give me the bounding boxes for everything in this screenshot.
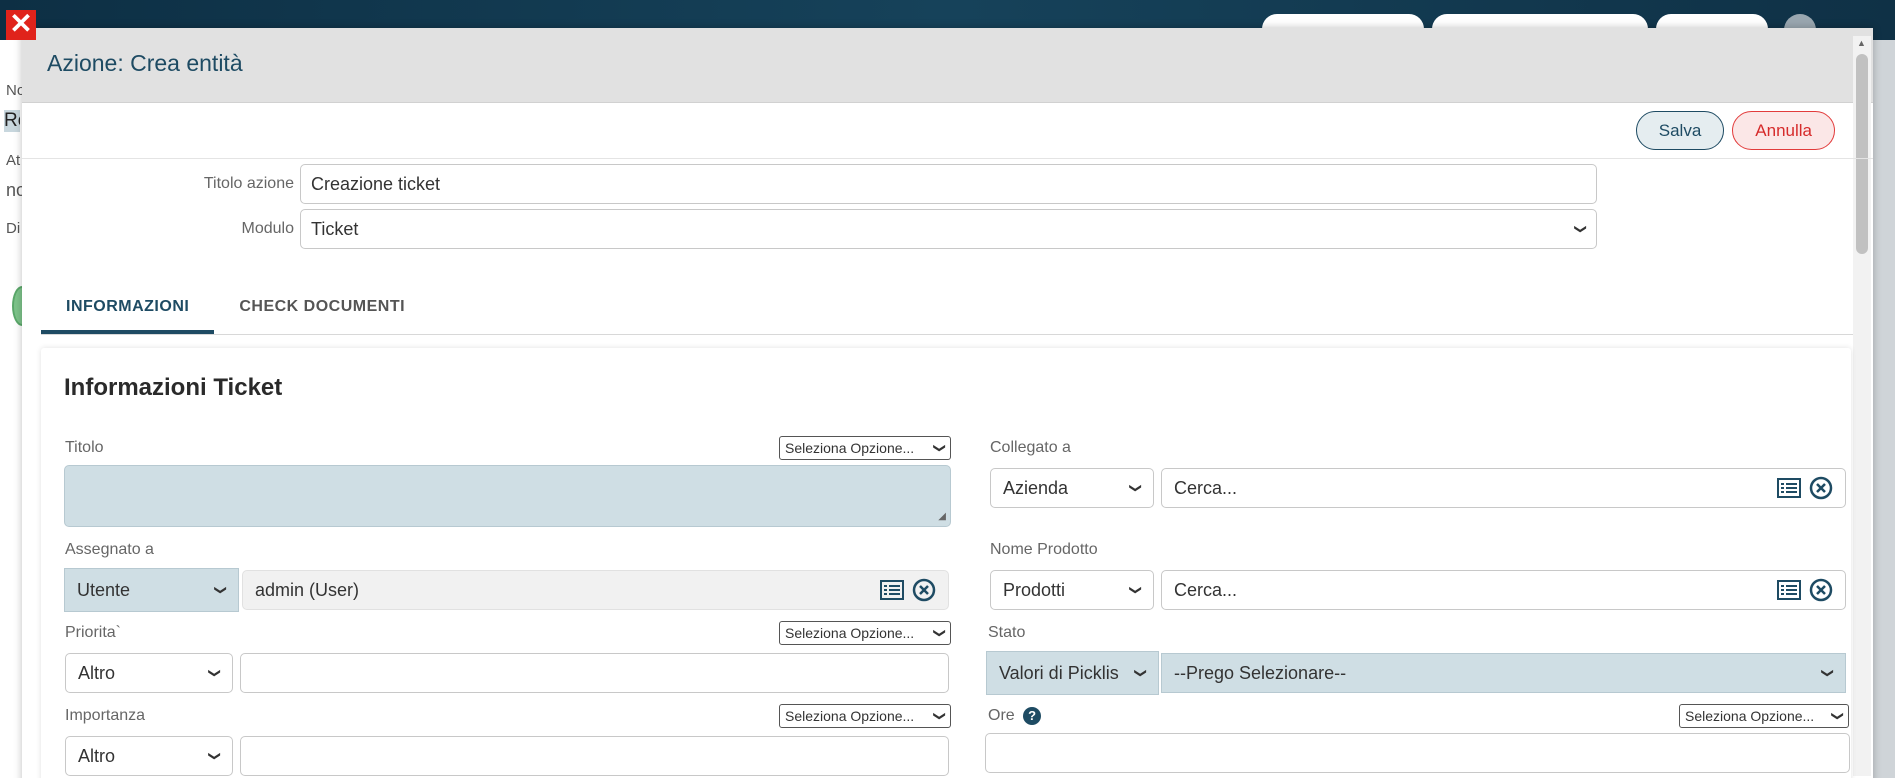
importanza-label: Importanza — [65, 707, 146, 724]
prodotto-placeholder: Cerca... — [1174, 579, 1238, 600]
assegnato-label: Assegnato a — [65, 541, 154, 558]
background-text: No — [6, 82, 22, 99]
background-text: At — [6, 152, 21, 169]
module-row: Modulo Ticket ❯ — [22, 209, 1597, 249]
action-title-input[interactable]: Creazione ticket — [300, 164, 1597, 204]
scrollbar[interactable]: ▲ — [1853, 36, 1871, 776]
ore-option-value: Seleziona Opzione... — [1685, 708, 1815, 724]
module-label: Modulo — [241, 220, 294, 237]
prodotto-type-value: Prodotti — [1003, 579, 1066, 600]
stato-type-select[interactable]: Valori di Picklis ❯ — [986, 651, 1159, 695]
prodotto-search-input[interactable]: Cerca... — [1161, 570, 1846, 610]
save-button[interactable]: Salva — [1635, 111, 1725, 150]
priorita-option-select[interactable]: Seleziona Opzione... ❯ — [779, 621, 951, 645]
assegnato-type-select[interactable]: Utente ❯ — [64, 568, 239, 612]
chevron-down-icon: ❯ — [1573, 223, 1588, 235]
chevron-down-icon: ❯ — [213, 584, 228, 596]
priorita-type-select[interactable]: Altro ❯ — [65, 653, 233, 693]
list-icon[interactable] — [1777, 478, 1801, 498]
importanza-type-value: Altro — [78, 745, 116, 766]
help-icon[interactable]: ? — [1023, 707, 1042, 725]
assegnato-value: admin (User) — [255, 579, 360, 600]
ore-label-wrap: Ore ? — [988, 707, 1042, 725]
chevron-down-icon: ❯ — [207, 750, 222, 762]
close-icon[interactable]: ✕ — [6, 10, 36, 40]
tab-bar: INFORMAZIONI CHECK DOCUMENTI — [41, 288, 1853, 335]
collegato-placeholder: Cerca... — [1174, 477, 1238, 498]
assegnato-input[interactable]: admin (User) — [242, 570, 949, 610]
tab-informazioni[interactable]: INFORMAZIONI — [41, 288, 215, 334]
chevron-down-icon: ❯ — [932, 627, 947, 639]
list-icon[interactable] — [1777, 580, 1801, 600]
priorita-input[interactable] — [240, 653, 949, 693]
chevron-down-icon: ❯ — [207, 667, 222, 679]
chevron-down-icon: ❯ — [1128, 482, 1143, 494]
stato-label: Stato — [988, 624, 1026, 641]
action-title-row: Titolo azione Creazione ticket — [22, 164, 1597, 204]
stato-type-value: Valori di Picklis — [999, 662, 1119, 683]
assegnato-type-value: Utente — [77, 579, 131, 600]
chevron-down-icon: ❯ — [932, 442, 947, 454]
cancel-button[interactable]: Annulla — [1732, 111, 1835, 150]
titolo-label: Titolo — [65, 439, 104, 456]
chevron-down-icon: ❯ — [1133, 667, 1148, 679]
titolo-option-select[interactable]: Seleziona Opzione... ❯ — [779, 436, 951, 460]
prodotto-label: Nome Prodotto — [990, 541, 1098, 558]
action-title-label: Titolo azione — [203, 175, 294, 192]
create-entity-modal: Azione: Crea entità ▲ Salva Annulla Tito… — [22, 28, 1873, 778]
modal-actions: Salva Annulla — [1635, 111, 1835, 150]
titolo-textarea[interactable]: ◢ — [64, 465, 951, 527]
section-title: Informazioni Ticket — [64, 374, 283, 401]
scrollbar-thumb[interactable] — [1856, 54, 1868, 254]
chevron-down-icon: ❯ — [1820, 667, 1835, 679]
clear-icon[interactable] — [912, 578, 936, 602]
importanza-option-value: Seleziona Opzione... — [785, 708, 915, 724]
background-text: no — [6, 180, 22, 200]
tab-check-documenti[interactable]: CHECK DOCUMENTI — [214, 288, 430, 334]
ore-input[interactable] — [985, 733, 1850, 773]
divider — [22, 158, 1873, 159]
priorita-label: Priorita` — [65, 624, 122, 641]
stato-value-select[interactable]: --Prego Selezionare-- ❯ — [1161, 653, 1846, 693]
priorita-option-value: Seleziona Opzione... — [785, 625, 915, 641]
modal-header: Azione: Crea entità — [22, 28, 1873, 103]
priorita-type-value: Altro — [78, 662, 116, 683]
importanza-option-select[interactable]: Seleziona Opzione... ❯ — [779, 704, 951, 728]
action-title-value: Creazione ticket — [311, 173, 441, 194]
clear-icon[interactable] — [1809, 578, 1833, 602]
chevron-down-icon: ❯ — [1128, 584, 1143, 596]
importanza-input[interactable] — [240, 736, 949, 776]
background-sidebar: No Re At no Di — [0, 40, 22, 778]
collegato-label: Collegato a — [990, 439, 1071, 456]
chevron-down-icon: ❯ — [1830, 710, 1845, 722]
clear-icon[interactable] — [1809, 476, 1833, 500]
collegato-search-input[interactable]: Cerca... — [1161, 468, 1846, 508]
list-icon[interactable] — [880, 580, 904, 600]
collegato-type-select[interactable]: Azienda ❯ — [990, 468, 1154, 508]
titolo-option-value: Seleziona Opzione... — [785, 440, 915, 456]
ticket-info-card: Informazioni Ticket Titolo Seleziona Opz… — [41, 348, 1851, 778]
module-value: Ticket — [311, 218, 359, 239]
module-select[interactable]: Ticket ❯ — [300, 209, 1597, 249]
prodotto-type-select[interactable]: Prodotti ❯ — [990, 570, 1154, 610]
resize-handle-icon[interactable]: ◢ — [938, 511, 946, 522]
ore-label: Ore — [988, 707, 1015, 725]
background-text: Di — [6, 220, 21, 237]
chevron-down-icon: ❯ — [932, 710, 947, 722]
scroll-up-icon[interactable]: ▲ — [1857, 38, 1866, 48]
ore-option-select[interactable]: Seleziona Opzione... ❯ — [1679, 704, 1849, 728]
collegato-type-value: Azienda — [1003, 477, 1069, 498]
modal-title: Azione: Crea entità — [47, 50, 243, 76]
importanza-type-select[interactable]: Altro ❯ — [65, 736, 233, 776]
background-text: Re — [4, 110, 20, 132]
stato-value: --Prego Selezionare-- — [1174, 662, 1347, 683]
